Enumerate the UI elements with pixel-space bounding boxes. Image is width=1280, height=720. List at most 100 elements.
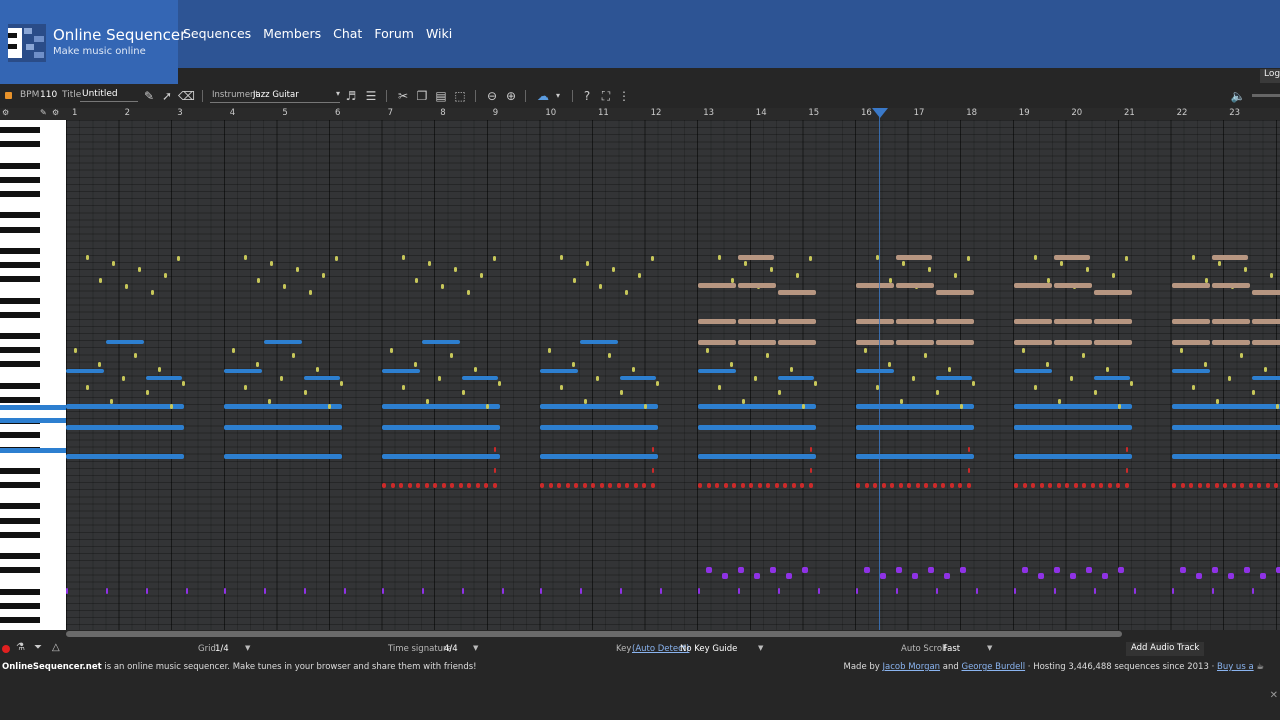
- note-block[interactable]: [948, 367, 951, 372]
- note-block[interactable]: [599, 483, 604, 488]
- note-block[interactable]: [151, 290, 154, 295]
- note-block[interactable]: [1070, 573, 1076, 579]
- note-block[interactable]: [1065, 483, 1069, 488]
- note-block[interactable]: [1252, 390, 1255, 395]
- note-block[interactable]: [660, 588, 662, 594]
- note-block[interactable]: [907, 483, 911, 488]
- note-block[interactable]: [224, 425, 342, 430]
- note-block[interactable]: [1014, 425, 1132, 430]
- note-block[interactable]: [936, 390, 939, 395]
- chevron-down-icon[interactable]: ▾: [550, 88, 566, 104]
- note-block[interactable]: [1070, 376, 1073, 381]
- note-block[interactable]: [244, 385, 247, 390]
- note-block[interactable]: [642, 483, 646, 488]
- note-block[interactable]: [770, 567, 776, 573]
- note-block[interactable]: [706, 567, 712, 573]
- note-block[interactable]: [138, 267, 141, 272]
- note-block[interactable]: [723, 483, 728, 488]
- note-block[interactable]: [730, 362, 733, 367]
- note-block[interactable]: [186, 588, 188, 594]
- note-block[interactable]: [976, 588, 978, 594]
- note-block[interactable]: [944, 573, 950, 579]
- note-block[interactable]: [1252, 290, 1280, 295]
- note-block[interactable]: [1189, 483, 1193, 488]
- note-block[interactable]: [134, 353, 137, 358]
- note-block[interactable]: [896, 340, 934, 345]
- note-block[interactable]: [1022, 483, 1027, 488]
- note-block[interactable]: [99, 278, 102, 283]
- note-block[interactable]: [1228, 573, 1234, 579]
- note-block[interactable]: [1172, 319, 1210, 324]
- chevron-down-icon[interactable]: ▼: [245, 644, 250, 652]
- note-block[interactable]: [1172, 454, 1280, 459]
- note-block[interactable]: [475, 483, 480, 488]
- note-block[interactable]: [802, 567, 808, 573]
- buy-us-link[interactable]: Buy us a: [1217, 662, 1254, 672]
- note-block[interactable]: [698, 340, 736, 345]
- note-block[interactable]: [158, 367, 161, 372]
- copy-icon[interactable]: ❐: [414, 88, 430, 104]
- note-block[interactable]: [932, 483, 937, 488]
- note-block[interactable]: [390, 483, 395, 488]
- note-block[interactable]: [66, 404, 184, 409]
- note-block[interactable]: [936, 340, 974, 345]
- note-block[interactable]: [494, 447, 496, 452]
- note-block[interactable]: [1212, 340, 1250, 345]
- note-block[interactable]: [896, 255, 932, 260]
- note-block[interactable]: [390, 348, 393, 353]
- note-block[interactable]: [264, 588, 266, 594]
- note-block[interactable]: [1264, 367, 1267, 372]
- note-block[interactable]: [574, 483, 578, 488]
- piano-black-key[interactable]: [0, 262, 40, 269]
- note-block[interactable]: [382, 404, 500, 409]
- note-block[interactable]: [608, 483, 612, 488]
- note-block[interactable]: [896, 567, 902, 573]
- note-block[interactable]: [896, 283, 934, 288]
- title-input[interactable]: Untitled: [80, 88, 138, 102]
- note-block[interactable]: [766, 483, 770, 488]
- note-block[interactable]: [967, 256, 970, 261]
- note-block[interactable]: [814, 381, 817, 386]
- note-block[interactable]: [1082, 483, 1086, 488]
- note-block[interactable]: [454, 267, 457, 272]
- note-block[interactable]: [426, 399, 429, 404]
- note-block[interactable]: [1172, 588, 1174, 594]
- piano-black-key[interactable]: [0, 432, 40, 439]
- note-block[interactable]: [296, 267, 299, 272]
- edit-icon[interactable]: ✎: [141, 88, 157, 104]
- piano-black-key[interactable]: [0, 361, 40, 368]
- note-block[interactable]: [896, 319, 934, 324]
- note-block[interactable]: [1212, 567, 1218, 573]
- pointer-icon[interactable]: ➚: [159, 88, 175, 104]
- note-block[interactable]: [382, 425, 500, 430]
- note-block[interactable]: [900, 399, 903, 404]
- note-block[interactable]: [1212, 255, 1248, 260]
- note-block[interactable]: [1014, 404, 1132, 409]
- nav-wiki[interactable]: Wiki: [426, 26, 452, 41]
- note-block[interactable]: [1206, 483, 1210, 488]
- note-block[interactable]: [766, 353, 769, 358]
- note-block[interactable]: [415, 278, 418, 283]
- note-block[interactable]: [292, 353, 295, 358]
- note-block[interactable]: [1038, 573, 1044, 579]
- note-block[interactable]: [856, 454, 974, 459]
- note-block[interactable]: [1172, 340, 1210, 345]
- note-block[interactable]: [754, 376, 757, 381]
- note-block[interactable]: [651, 256, 654, 261]
- note-block[interactable]: [1082, 353, 1085, 358]
- note-block[interactable]: [582, 483, 587, 488]
- note-block[interactable]: [1116, 483, 1120, 488]
- note-block[interactable]: [1260, 573, 1266, 579]
- note-block[interactable]: [1248, 483, 1253, 488]
- note-block[interactable]: [428, 261, 431, 266]
- piano-black-key[interactable]: [0, 212, 40, 219]
- note-block[interactable]: [778, 340, 816, 345]
- note-block[interactable]: [1231, 483, 1236, 488]
- paste-icon[interactable]: ▤: [433, 88, 449, 104]
- fullscreen-icon[interactable]: ⛶: [598, 88, 614, 104]
- note-block[interactable]: [632, 367, 635, 372]
- help-icon[interactable]: ?: [579, 88, 595, 104]
- note-block[interactable]: [382, 588, 384, 594]
- note-block[interactable]: [902, 261, 905, 266]
- note-block[interactable]: [422, 340, 460, 344]
